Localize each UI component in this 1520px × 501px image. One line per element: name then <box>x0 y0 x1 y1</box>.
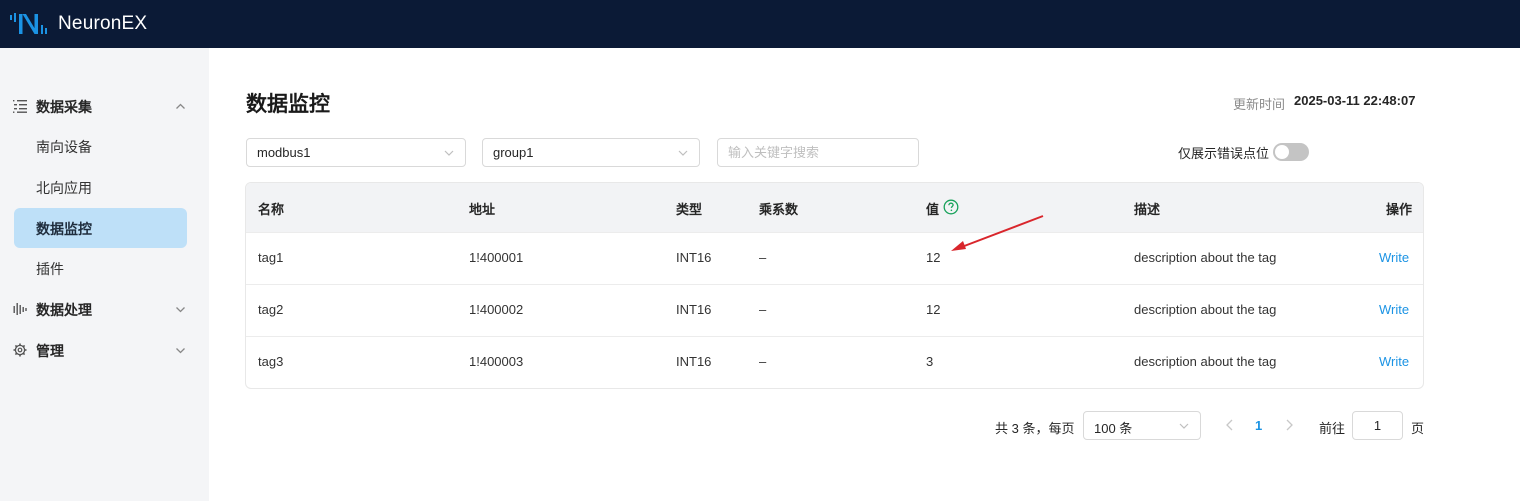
sidebar-item-label: 北向应用 <box>36 180 92 196</box>
sidebar-item-northbound-apps[interactable]: 北向应用 <box>14 167 187 207</box>
chevron-down-icon <box>176 307 185 313</box>
page-suffix-label: 页 <box>1411 421 1425 436</box>
goto-page-input[interactable] <box>1352 411 1403 440</box>
top-bar: NeuronEX <box>0 0 1520 48</box>
cell-address: 1!400001 <box>469 250 524 265</box>
neuronex-logo-icon <box>10 13 47 34</box>
menu-group-data-processing[interactable]: 数据处理 <box>0 291 209 327</box>
node-select[interactable]: modbus1 <box>246 138 466 167</box>
cell-address: 1!400002 <box>469 302 524 317</box>
data-table: 名称 地址 类型 乘系数 值 描述 操作 tag1 1!400001 INT16… <box>245 182 1424 389</box>
chevron-up-icon <box>176 103 185 109</box>
table-row: tag2 1!400002 INT16 – 12 description abo… <box>246 284 1423 336</box>
search-input[interactable] <box>717 138 919 167</box>
gear-icon <box>13 343 27 357</box>
sidebar-item-plugins[interactable]: 插件 <box>14 248 187 288</box>
update-time-value: 2025-03-11 22:48:07 <box>1294 93 1416 108</box>
sidebar-item-label: 南向设备 <box>36 139 92 155</box>
page-number-current[interactable]: 1 <box>1255 418 1262 433</box>
help-circle-icon[interactable] <box>943 199 959 215</box>
error-only-toggle[interactable] <box>1273 143 1309 161</box>
column-header-value: 值 <box>926 202 940 217</box>
page-title: 数据监控 <box>246 93 330 116</box>
page-size-value: 100 条 <box>1094 421 1133 436</box>
menu-group-label: 管理 <box>36 343 64 359</box>
table-row: tag3 1!400003 INT16 – 3 description abou… <box>246 336 1423 388</box>
sidebar: 数据采集 南向设备 北向应用 数据监控 插件 数据处理 管理 <box>0 48 209 501</box>
cell-type: INT16 <box>676 250 712 265</box>
sidebar-item-data-monitoring[interactable]: 数据监控 <box>14 208 187 248</box>
next-page-icon[interactable] <box>1283 418 1295 432</box>
column-header-multiplier: 乘系数 <box>759 202 799 217</box>
column-header-description: 描述 <box>1134 202 1161 217</box>
menu-group-label: 数据处理 <box>36 302 92 318</box>
pagination-total: 共 3 条，每页 <box>995 421 1075 436</box>
page-size-select[interactable]: 100 条 <box>1083 411 1201 440</box>
menu-group-label: 数据采集 <box>36 99 92 115</box>
table-row: tag1 1!400001 INT16 – 12 description abo… <box>246 232 1423 284</box>
node-select-value: modbus1 <box>257 145 311 160</box>
list-tree-icon <box>13 100 27 113</box>
table-header: 名称 地址 类型 乘系数 值 描述 操作 <box>246 183 1423 232</box>
menu-group-management[interactable]: 管理 <box>0 332 209 368</box>
cell-multiplier: – <box>759 354 767 369</box>
cell-value: 12 <box>926 250 941 265</box>
column-header-name: 名称 <box>258 202 285 217</box>
write-link[interactable]: Write <box>1379 302 1409 317</box>
bar-stream-icon <box>13 303 27 315</box>
chevron-down-icon <box>176 348 185 354</box>
write-link[interactable]: Write <box>1379 250 1409 265</box>
app-name: NeuronEX <box>58 13 148 34</box>
app-logo[interactable]: NeuronEX <box>10 0 147 48</box>
cell-name: tag2 <box>258 302 284 317</box>
write-link[interactable]: Write <box>1379 354 1409 369</box>
cell-name: tag1 <box>258 250 284 265</box>
chevron-down-icon <box>678 150 688 156</box>
goto-label: 前往 <box>1319 421 1346 436</box>
sidebar-item-southbound-devices[interactable]: 南向设备 <box>14 126 187 166</box>
cell-description: description about the tag <box>1134 302 1277 317</box>
column-header-action: 操作 <box>1386 202 1413 217</box>
cell-address: 1!400003 <box>469 354 524 369</box>
error-only-label: 仅展示错误点位 <box>1178 146 1270 161</box>
cell-name: tag3 <box>258 354 284 369</box>
sidebar-item-label: 数据监控 <box>36 221 92 237</box>
cell-value: 12 <box>926 302 941 317</box>
cell-value: 3 <box>926 354 934 369</box>
column-header-address: 地址 <box>469 202 496 217</box>
group-select-value: group1 <box>493 145 534 160</box>
chevron-down-icon <box>444 150 454 156</box>
cell-multiplier: – <box>759 302 767 317</box>
previous-page-icon[interactable] <box>1224 418 1236 432</box>
cell-description: description about the tag <box>1134 354 1277 369</box>
sidebar-item-label: 插件 <box>36 261 64 277</box>
chevron-down-icon <box>1179 423 1189 429</box>
column-header-type: 类型 <box>676 202 703 217</box>
update-time-label: 更新时间 <box>1233 97 1286 112</box>
toggle-knob <box>1275 145 1289 159</box>
cell-description: description about the tag <box>1134 250 1277 265</box>
group-select[interactable]: group1 <box>482 138 700 167</box>
menu-group-data-collection[interactable]: 数据采集 <box>0 88 209 124</box>
cell-type: INT16 <box>676 354 712 369</box>
cell-multiplier: – <box>759 250 767 265</box>
cell-type: INT16 <box>676 302 712 317</box>
